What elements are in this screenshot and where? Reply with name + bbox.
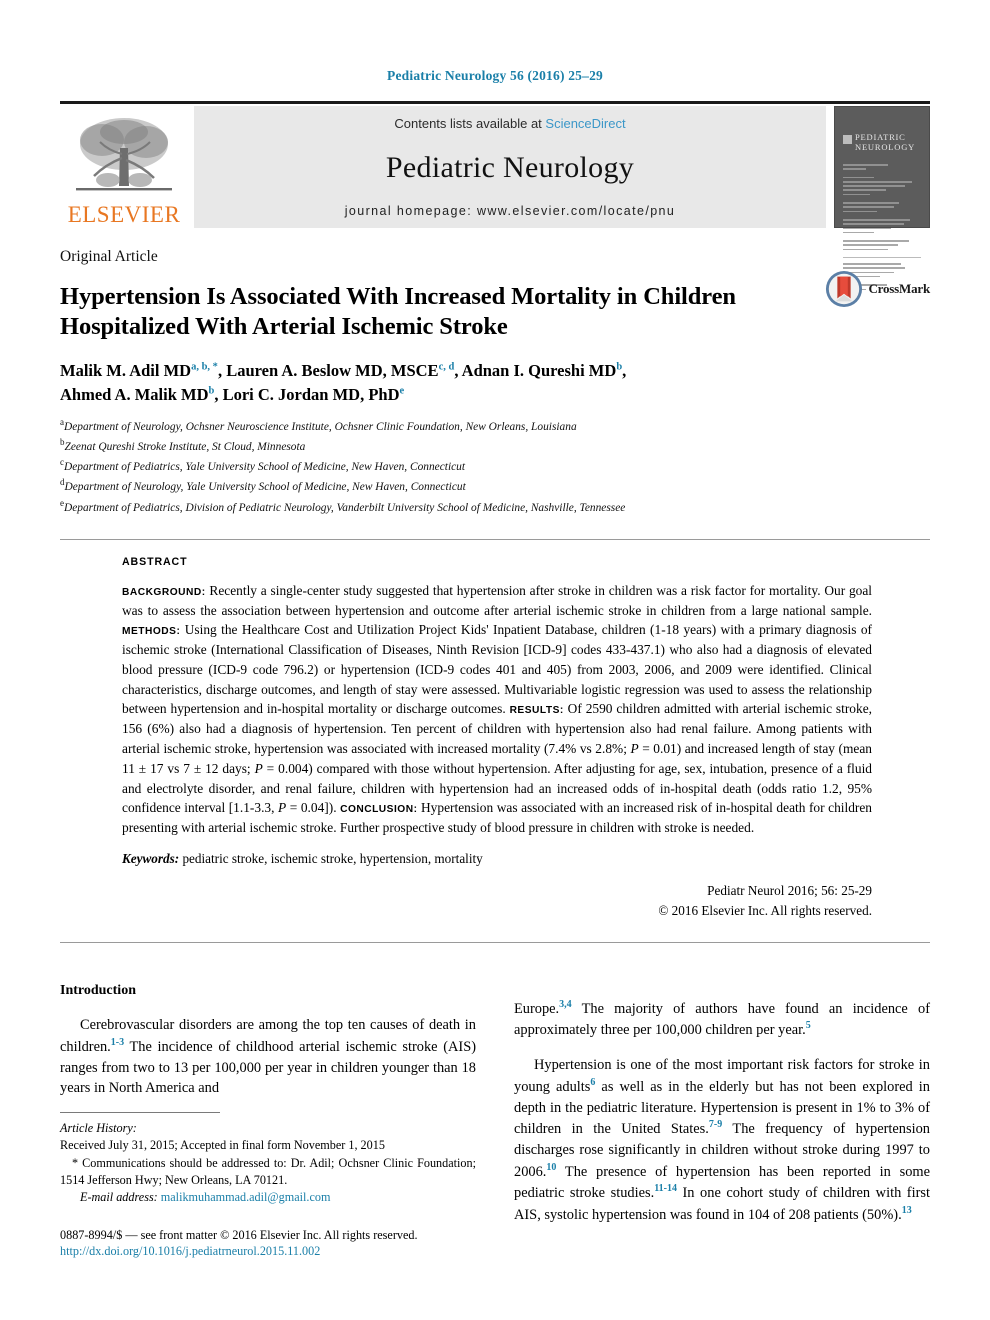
journal-title: Pediatric Neurology [385, 150, 635, 184]
p-value-symbol: P [630, 741, 639, 757]
copyright-notice: © 2016 Elsevier Inc. All rights reserved… [658, 902, 872, 918]
abstract-text: BACKGROUND: Recently a single-center stu… [122, 581, 872, 838]
email-line: E-mail address: malikmuhammad.adil@gmail… [60, 1189, 476, 1206]
citation-ref[interactable]: 5 [806, 1020, 811, 1031]
article-history-label: Article History: [60, 1121, 137, 1135]
affiliation-item: dDepartment of Neurology, Yale Universit… [60, 476, 930, 496]
citation-ref[interactable]: 3,4 [559, 999, 572, 1010]
elsevier-wordmark: ELSEVIER [67, 202, 181, 227]
author-list: Malik M. Adil MDa, b, *, Lauren A. Beslo… [60, 359, 820, 407]
crossmark-label: CrossMark [868, 281, 930, 296]
email-label: E-mail address: [80, 1190, 158, 1205]
journal-cover-thumbnail[interactable]: PEDIATRIC NEUROLOGY [834, 106, 930, 291]
author-affil-marks[interactable]: c, d [439, 362, 455, 373]
abstract-section: ABSTRACT BACKGROUND: Recently a single-c… [60, 538, 930, 944]
author-name: , Lori C. Jordan MD, PhD [214, 385, 400, 405]
email-link[interactable]: malikmuhammad.adil@gmail.com [161, 1190, 331, 1204]
elsevier-logo[interactable]: ELSEVIER [60, 106, 188, 228]
crossmark-icon [826, 270, 863, 308]
keywords-line: Keywords: pediatric stroke, ischemic str… [122, 851, 872, 867]
affiliation-text: Zeenat Qureshi Stroke Institute, St Clou… [64, 440, 306, 453]
issn-copyright: 0887-8994/$ — see front matter © 2016 El… [60, 1227, 418, 1242]
paragraph: Cerebrovascular disorders are among the … [60, 1015, 476, 1099]
keywords-values: pediatric stroke, ischemic stroke, hyper… [179, 850, 483, 866]
cover-emblem-icon [843, 135, 852, 144]
citation-ref[interactable]: 11-14 [654, 1183, 677, 1194]
issn-block: 0887-8994/$ — see front matter © 2016 El… [60, 1227, 476, 1260]
running-head: Pediatric Neurology 56 (2016) 25–29 [387, 68, 603, 83]
banner-top-rule [60, 101, 930, 104]
cover-title: PEDIATRIC NEUROLOGY [855, 132, 916, 153]
affiliation-text: Department of Neurology, Yale University… [64, 481, 466, 494]
p-value-symbol: P [278, 800, 287, 816]
contents-line: Contents lists available at ScienceDirec… [394, 116, 625, 131]
page-title: Hypertension Is Associated With Increase… [60, 282, 760, 342]
title-line-1: Hypertension Is Associated With Increase… [60, 283, 736, 311]
affiliation-text: Department of Pediatrics, Division of Pe… [64, 501, 626, 514]
affiliation-item: eDepartment of Pediatrics, Division of P… [60, 497, 930, 517]
paper-page: Pediatric Neurology 56 (2016) 25–29 ELSE… [0, 0, 990, 1320]
author-affil-marks[interactable]: e [400, 386, 405, 397]
abstract-label: ABSTRACT [122, 555, 188, 568]
abstract-background-label: BACKGROUND: [122, 586, 206, 598]
article-header: Original Article Hypertension Is Associa… [60, 248, 930, 517]
right-column: Europe.3,4 The majority of authors have … [514, 983, 930, 1239]
title-line-2: Hospitalized With Arterial Ischemic Stro… [60, 313, 508, 341]
citation-ref[interactable]: 13 [902, 1205, 912, 1216]
affiliation-item: cDepartment of Pediatrics, Yale Universi… [60, 456, 930, 476]
author-affil-marks[interactable]: a, b, * [191, 362, 218, 373]
citation-ref[interactable]: 7-9 [709, 1119, 722, 1130]
doi-link[interactable]: http://dx.doi.org/10.1016/j.pediatrneuro… [60, 1244, 476, 1259]
paragraph-text: Europe. [514, 1000, 560, 1017]
affiliation-list: aDepartment of Neurology, Ochsner Neuros… [60, 416, 930, 517]
article-type: Original Article [60, 248, 158, 265]
author-separator: , [622, 361, 627, 381]
affiliation-item: aDepartment of Neurology, Ochsner Neuros… [60, 416, 930, 436]
journal-citation: Pediatr Neurol 2016; 56: 25-29 [707, 882, 872, 898]
affiliation-item: bZeenat Qureshi Stroke Institute, St Clo… [60, 436, 930, 456]
affiliation-text: Department of Neurology, Ochsner Neurosc… [64, 420, 577, 433]
section-heading-introduction: Introduction [60, 983, 136, 999]
article-history-dates: Received July 31, 2015; Accepted in fina… [60, 1138, 385, 1153]
paragraph-text: The majority of authors have found an in… [514, 1000, 930, 1039]
p-value-symbol: P [254, 760, 263, 776]
elsevier-tree-icon [76, 118, 172, 191]
abstract-results-text: = 0.04]). [286, 800, 341, 816]
banner-center: Contents lists available at ScienceDirec… [194, 106, 826, 228]
abstract-citation-block: Pediatr Neurol 2016; 56: 25-29 © 2016 El… [122, 881, 872, 921]
footnote-block: Article History: Received July 31, 2015;… [60, 1112, 476, 1259]
abstract-results-label: RESULTS: [509, 705, 564, 717]
citation-ref[interactable]: 1-3 [111, 1037, 124, 1048]
citation-ref[interactable]: 10 [546, 1162, 556, 1173]
author-name: Ahmed A. Malik MD [60, 385, 209, 405]
keywords-label: Keywords: [122, 850, 180, 866]
contents-prefix: Contents lists available at [394, 116, 546, 131]
abstract-conclusion-label: CONCLUSION: [340, 804, 418, 816]
author-name: , Lauren A. Beslow MD, MSCE [217, 361, 439, 381]
journal-banner: ELSEVIER Contents lists available at Sci… [60, 106, 930, 291]
abstract-background-text: Recently a single-center study suggested… [122, 582, 872, 618]
crossmark-badge[interactable]: CrossMark [825, 270, 930, 308]
sciencedirect-link[interactable]: ScienceDirect [545, 116, 625, 131]
paragraph: Europe.3,4 The majority of authors have … [514, 998, 930, 1041]
author-name: Malik M. Adil MD [60, 361, 192, 381]
abstract-bottom-rule [60, 942, 930, 944]
paragraph: Hypertension is one of the most importan… [514, 1055, 930, 1225]
author-name: , Adnan I. Qureshi MD [454, 361, 617, 381]
abstract-methods-label: METHODS: [122, 626, 181, 638]
journal-homepage-link[interactable]: journal homepage: www.elsevier.com/locat… [345, 204, 676, 218]
footnote-rule [60, 1112, 220, 1113]
corresponding-author-note: * Communications should be addressed to:… [60, 1155, 476, 1187]
affiliation-text: Department of Pediatrics, Yale Universit… [64, 461, 466, 474]
